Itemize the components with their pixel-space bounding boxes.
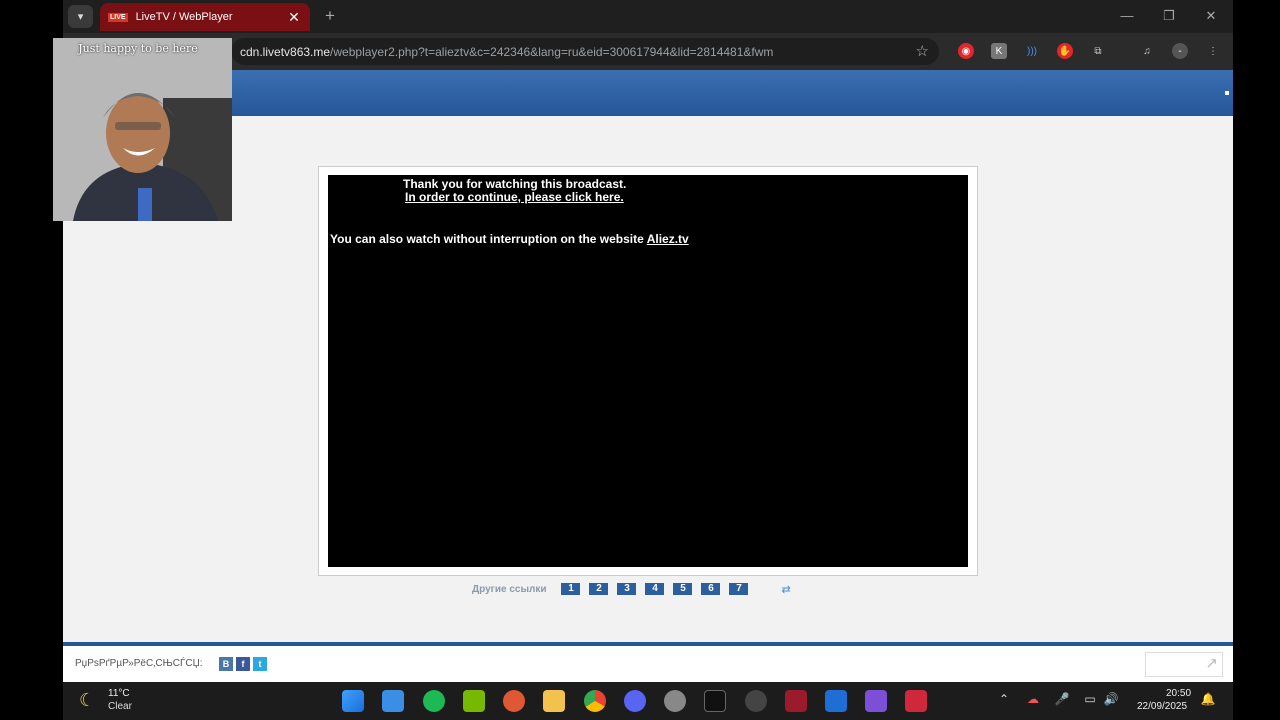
extensions-puzzle-icon[interactable]: ⧉ xyxy=(1090,43,1106,59)
microphone-icon[interactable]: 🎤 xyxy=(1054,692,1070,706)
webcam-caption: Just happy to be here xyxy=(78,42,198,55)
thank-you-message: Thank you for watching this broadcast. xyxy=(403,177,627,191)
tab-strip: ▾ LIVE LiveTV / WebPlayer ✕ + — ❐ ✕ xyxy=(63,0,1233,33)
refresh-icon[interactable]: ⇄ xyxy=(781,583,790,596)
page-footer: РџРѕРґРµР»РёС‚СЊСЃСЏ: В f t ↗ xyxy=(63,646,1233,682)
chrome-app-icon[interactable] xyxy=(584,690,606,712)
vivaldi-app-icon[interactable] xyxy=(785,690,807,712)
capcut-app-icon[interactable] xyxy=(704,690,726,712)
continue-link[interactable]: In order to continue, please click here. xyxy=(405,190,624,204)
player-frame: Thank you for watching this broadcast. I… xyxy=(318,166,978,576)
extension-k-icon[interactable]: K xyxy=(991,43,1007,59)
browser-menu-icon[interactable]: ⋮ xyxy=(1205,43,1221,59)
weather-condition[interactable]: Clear xyxy=(108,701,132,712)
toolbar: cdn.livetv863.me/webplayer2.php?t=aliezt… xyxy=(63,33,1233,70)
maximize-icon[interactable]: ❐ xyxy=(1159,8,1179,24)
tab-livetv[interactable]: LIVE LiveTV / WebPlayer ✕ xyxy=(100,3,310,31)
taskbar: ☾ 11°C Clear ⌃ ☁ 🎤 ▭ 🔊 20:50 22/09/2025 … xyxy=(63,682,1233,720)
network-icon[interactable]: ▭ xyxy=(1082,692,1098,706)
duckduckgo-app-icon[interactable] xyxy=(503,690,525,712)
other-links-row: Другие ссылки 1 2 3 4 5 6 7 ⇄ xyxy=(472,582,791,596)
moon-weather-icon[interactable]: ☾ xyxy=(79,690,95,711)
media-control-icon[interactable]: ♫ xyxy=(1139,43,1155,59)
file-explorer-app-icon[interactable] xyxy=(543,690,565,712)
close-icon[interactable]: ✕ xyxy=(286,9,302,26)
link-button-1[interactable]: 1 xyxy=(561,583,581,595)
aliez-message: You can also watch without interruption … xyxy=(330,232,689,246)
video-player[interactable]: Thank you for watching this broadcast. I… xyxy=(328,175,968,567)
notification-bell-icon[interactable]: 🔔 xyxy=(1200,692,1216,706)
bing-app-icon[interactable] xyxy=(825,690,847,712)
nvidia-app-icon[interactable] xyxy=(463,690,485,712)
url-path: /webplayer2.php?t=alieztv&c=242346&lang=… xyxy=(330,44,774,59)
extension-red-icon[interactable]: ◉ xyxy=(958,43,974,59)
extension-wave-icon[interactable]: ))) xyxy=(1024,43,1040,59)
browser-window: ▾ LIVE LiveTV / WebPlayer ✕ + — ❐ ✕ cdn.… xyxy=(63,0,1233,682)
aliez-message-text: You can also watch without interruption … xyxy=(330,232,647,246)
aliez-link[interactable]: Aliez.tv xyxy=(647,232,689,246)
link-button-2[interactable]: 2 xyxy=(589,583,609,595)
new-tab-button[interactable]: + xyxy=(320,6,340,26)
link-button-6[interactable]: 6 xyxy=(701,583,721,595)
obs-app-icon[interactable] xyxy=(745,690,767,712)
vivaldi-second-app-icon[interactable] xyxy=(905,690,927,712)
tab-title: LiveTV / WebPlayer xyxy=(135,11,233,23)
start-windows-icon[interactable] xyxy=(342,690,364,712)
profile-icon[interactable]: - xyxy=(1172,43,1188,59)
spotify-app-icon[interactable] xyxy=(423,690,445,712)
bookmark-star-icon[interactable]: ☆ xyxy=(916,42,929,60)
tray-chevron-up-icon[interactable]: ⌃ xyxy=(996,692,1012,706)
link-button-5[interactable]: 5 xyxy=(673,583,693,595)
twitter-icon[interactable]: t xyxy=(253,657,267,671)
header-dot xyxy=(1225,91,1229,95)
footer-widget[interactable]: ↗ xyxy=(1145,652,1223,677)
clock-time[interactable]: 20:50 xyxy=(1166,688,1191,699)
extension-hand-icon[interactable]: ✋ xyxy=(1057,43,1073,59)
window-close-icon[interactable]: ✕ xyxy=(1201,8,1221,24)
live-badge: LIVE xyxy=(108,12,128,22)
expand-arrow-icon[interactable]: ↗ xyxy=(1205,654,1218,672)
tab-search-chevron-icon[interactable]: ▾ xyxy=(68,5,93,28)
settings-gear-icon[interactable] xyxy=(664,690,686,712)
webcam-person-image xyxy=(53,38,232,221)
link-button-3[interactable]: 3 xyxy=(617,583,637,595)
proton-vpn-app-icon[interactable] xyxy=(865,690,887,712)
weather-temperature[interactable]: 11°C xyxy=(108,688,130,699)
other-links-label: Другие ссылки xyxy=(472,583,547,595)
share-label: РџРѕРґРµР»РёС‚СЊСЃСЏ: xyxy=(75,658,203,669)
facebook-icon[interactable]: f xyxy=(236,657,250,671)
cloud-sync-icon[interactable]: ☁ xyxy=(1025,692,1041,706)
notepad-app-icon[interactable] xyxy=(382,690,404,712)
vk-icon[interactable]: В xyxy=(219,657,233,671)
clock-date[interactable]: 22/09/2025 xyxy=(1137,701,1187,712)
url-host: cdn.livetv863.me xyxy=(240,44,331,59)
minimize-icon[interactable]: — xyxy=(1117,8,1137,23)
webcam-overlay: Just happy to be here xyxy=(53,38,232,221)
link-button-7[interactable]: 7 xyxy=(729,583,749,595)
discord-app-icon[interactable] xyxy=(624,690,646,712)
link-button-4[interactable]: 4 xyxy=(645,583,665,595)
screen: ▾ LIVE LiveTV / WebPlayer ✕ + — ❐ ✕ cdn.… xyxy=(0,0,1280,720)
web-page: Thank you for watching this broadcast. I… xyxy=(63,70,1233,682)
volume-icon[interactable]: 🔊 xyxy=(1103,692,1119,706)
address-bar[interactable]: cdn.livetv863.me/webplayer2.php?t=aliezt… xyxy=(231,38,939,65)
page-header xyxy=(232,70,1233,116)
